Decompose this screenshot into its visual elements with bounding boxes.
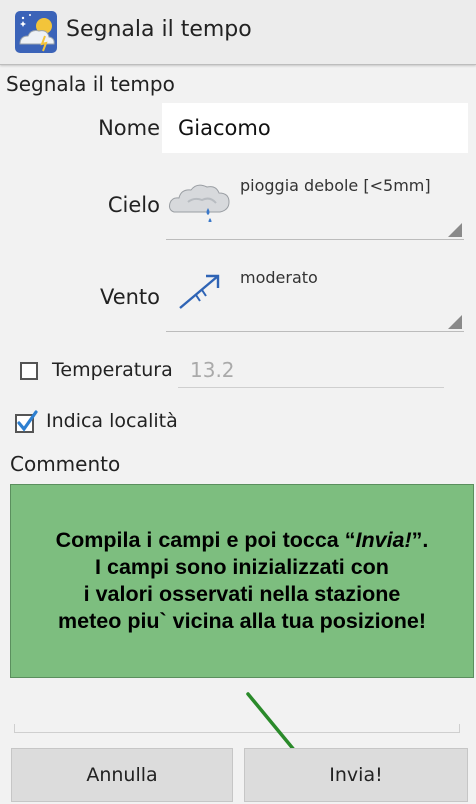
instruction-line-2: I campi sono inizializzati con (95, 555, 389, 579)
vento-underline (166, 331, 464, 332)
cielo-label: Cielo (107, 193, 160, 217)
annulla-button[interactable]: Annulla (11, 748, 233, 802)
commento-field-edge (459, 724, 460, 733)
vento-spinner[interactable]: moderato (166, 264, 464, 332)
localita-checkbox[interactable] (14, 409, 40, 435)
dropdown-triangle-icon (448, 315, 462, 329)
instruction-callout: Compila i campi e poi tocca “Invia!”. I … (10, 484, 474, 678)
temperatura-placeholder: 13.2 (190, 358, 235, 382)
nome-label: Nome (98, 116, 160, 140)
cielo-value: pioggia debole [<5mm] (240, 176, 431, 195)
wind-arrow-icon (166, 264, 236, 324)
nome-input[interactable]: Giacomo (162, 103, 468, 153)
temperatura-underline (178, 387, 444, 388)
cielo-underline (166, 239, 464, 240)
section-title: Segnala il tempo (6, 72, 175, 96)
invia-button[interactable]: Invia! (244, 748, 468, 802)
app-title: Segnala il tempo (66, 17, 252, 42)
temperatura-checkbox[interactable] (20, 362, 38, 380)
cloud-rain-icon (166, 172, 240, 226)
vento-value: moderato (240, 268, 318, 287)
commento-label: Commento (10, 452, 121, 476)
temperatura-input[interactable]: 13.2 (178, 356, 444, 388)
instruction-text: Compila i campi e poi tocca “Invia!”. I … (50, 523, 435, 639)
instruction-line-1: Compila i campi e poi tocca “Invia!”. (55, 528, 429, 552)
cielo-spinner[interactable]: pioggia debole [<5mm] (166, 172, 464, 240)
localita-label: Indica località (46, 410, 178, 432)
vento-label: Vento (99, 285, 160, 309)
temperatura-label: Temperatura (52, 359, 173, 381)
instruction-line-4: meteo piu` vicina alla tua posizione! (58, 609, 426, 633)
instruction-line-3: i valori osservati nella stazione (83, 582, 401, 606)
dropdown-triangle-icon (448, 223, 462, 237)
weather-app-icon[interactable] (14, 10, 58, 54)
